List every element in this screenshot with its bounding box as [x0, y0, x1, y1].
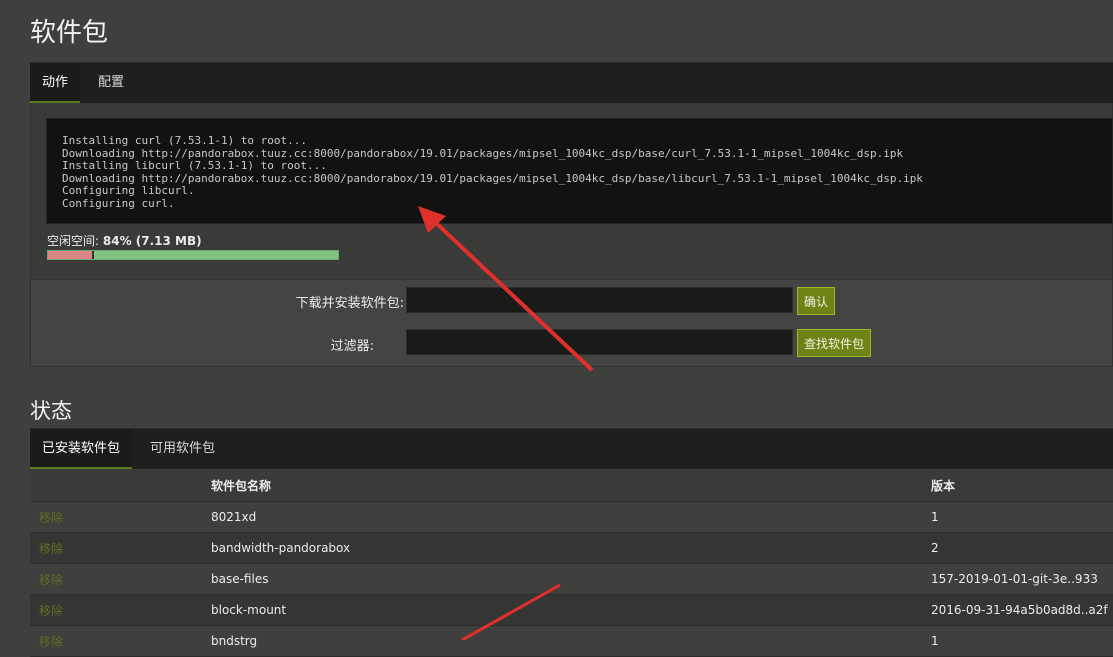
tab-available-packages[interactable]: 可用软件包: [138, 429, 227, 469]
console-line: Configuring curl.: [62, 196, 175, 210]
package-name-cell: bndstrg: [210, 625, 930, 657]
table-row: 移除 base-files 157-2019-01-01-git-3e..933: [30, 563, 1113, 595]
confirm-button[interactable]: 确认: [797, 287, 836, 315]
console-line: Downloading http://pandorabox.tuuz.cc:80…: [62, 171, 923, 185]
package-name-header: 软件包名称: [210, 470, 930, 502]
page-title: 软件包: [30, 18, 109, 48]
filter-input[interactable]: [406, 329, 793, 355]
table-row: 移除 bandwidth-pandorabox 2: [30, 532, 1113, 564]
space-bar-divider: [92, 251, 94, 259]
tab-configuration[interactable]: 配置: [86, 63, 136, 103]
table-header-row: 软件包名称 版本: [30, 470, 1113, 502]
used-space-fill: [48, 251, 92, 259]
console-line: Configuring libcurl.: [62, 184, 195, 198]
version-header: 版本: [930, 470, 1113, 502]
tab-installed-packages[interactable]: 已安装软件包: [30, 429, 133, 469]
filter-label: 过滤器:: [330, 339, 374, 354]
package-name-cell: bandwidth-pandorabox: [210, 532, 930, 564]
remove-package-link[interactable]: 移除: [30, 594, 210, 626]
tab-actions[interactable]: 动作: [30, 63, 81, 103]
table-row: 移除 8021xd 1: [30, 501, 1113, 533]
package-name-cell: base-files: [210, 563, 930, 595]
remove-package-link[interactable]: 移除: [30, 501, 210, 533]
status-title: 状态: [30, 399, 72, 423]
table-row: 移除 bndstrg 1: [30, 625, 1113, 657]
find-package-button[interactable]: 查找软件包: [797, 329, 872, 357]
package-version-cell: 2016-09-31-94a5b0ad8d..a2f: [930, 594, 1113, 626]
free-space-bar: [47, 250, 339, 260]
package-name-cell: 8021xd: [210, 501, 930, 533]
package-name-cell: block-mount: [210, 594, 930, 626]
install-form: 下载并安装软件包: 确认 过滤器: 查找软件包: [30, 279, 1113, 367]
free-space-value: 84% (7.13 MB): [102, 234, 202, 248]
console-line: Installing curl (7.53.1-1) to root...: [62, 134, 308, 147]
remove-package-link[interactable]: 移除: [30, 563, 210, 595]
action-column-header: [30, 470, 210, 502]
package-version-cell: 157-2019-01-01-git-3e..933: [930, 563, 1113, 595]
download-package-input[interactable]: [406, 287, 793, 313]
package-version-cell: 1: [930, 501, 1113, 533]
package-version-cell: 1: [930, 625, 1113, 657]
free-space-caption: 空闲空间:: [47, 234, 100, 248]
free-space-label: 空闲空间: 84% (7.13 MB): [47, 232, 202, 249]
table-row: 移除 block-mount 2016-09-31-94a5b0ad8d..a2f: [30, 594, 1113, 626]
remove-package-link[interactable]: 移除: [30, 625, 210, 657]
status-tabs: 已安装软件包 可用软件包: [30, 428, 1113, 469]
package-version-cell: 2: [930, 532, 1113, 564]
install-log-console: Installing curl (7.53.1-1) to root... Dow…: [46, 118, 1113, 224]
installed-packages-table: 软件包名称 版本 移除 8021xd 1 移除 bandwidth-pandorabox…: [30, 470, 1113, 657]
console-line: Installing libcurl (7.53.1-1) to root...: [62, 159, 327, 173]
remove-package-link[interactable]: 移除: [30, 532, 210, 564]
download-install-label: 下载并安装软件包:: [295, 296, 404, 311]
action-tabs: 动作 配置: [30, 62, 1113, 103]
packages-table-body: 移除 8021xd 1 移除 bandwidth-pandorabox 2 移除 base-f…: [30, 501, 1113, 657]
